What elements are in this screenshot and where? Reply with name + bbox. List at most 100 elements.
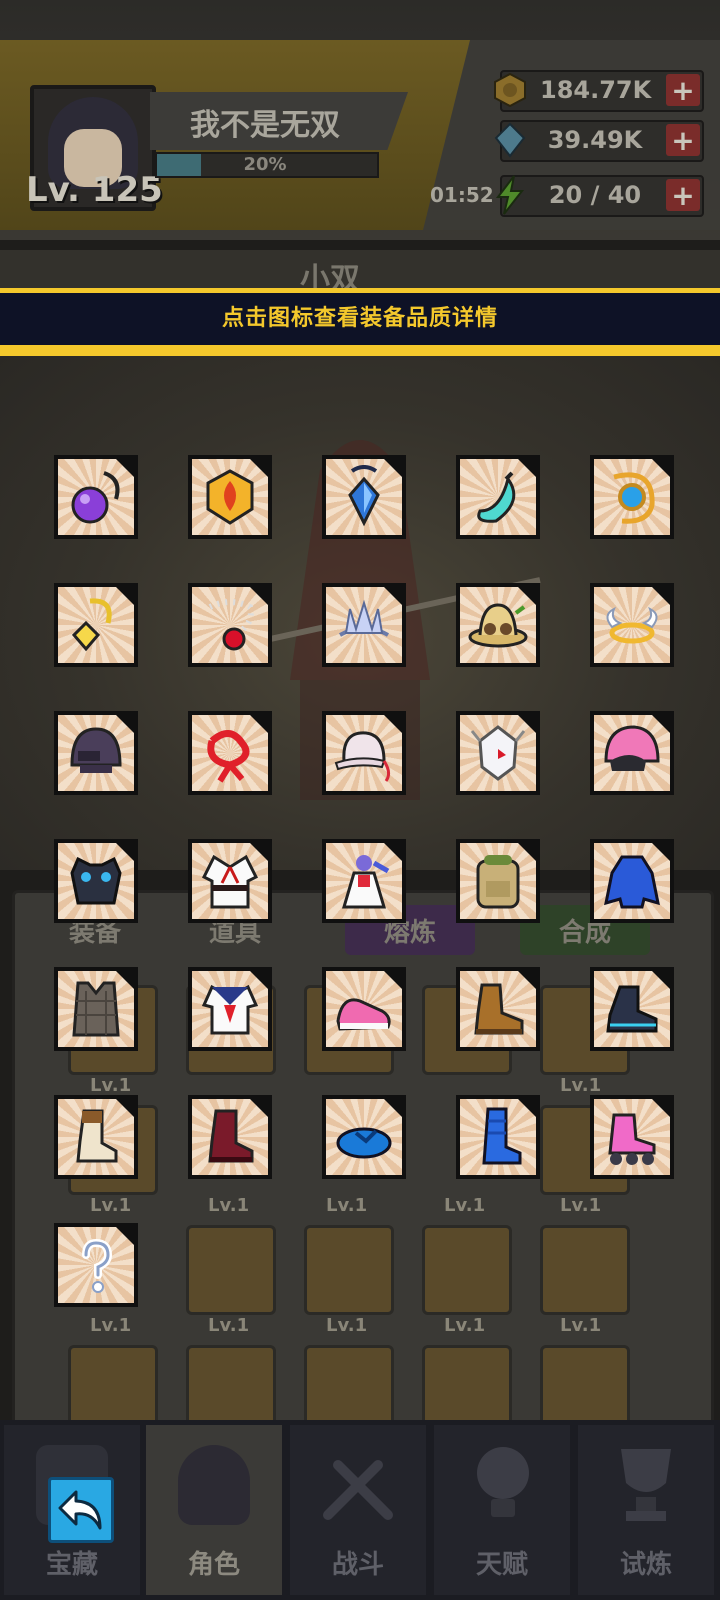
purple-orb-necklace-icon	[71, 471, 120, 524]
equipment-tile[interactable]	[322, 583, 406, 667]
equipment-tile[interactable]	[54, 583, 138, 667]
background-game-screen: 小双 装备 道具 熔炼 合成 Lv.1 Lv.1 Lv.1 Lv.1 Lv.1 …	[0, 0, 720, 1600]
red-ribbon-icon	[207, 730, 250, 783]
nav-label: 宝藏	[45, 1550, 98, 1580]
tactical-helmet-icon	[70, 727, 122, 773]
maroon-combat-boot-icon	[208, 1109, 254, 1163]
nav-character[interactable]: 角色	[146, 1425, 282, 1595]
equipment-tile[interactable]	[322, 967, 406, 1051]
tile-level-label: Lv.1	[326, 1315, 368, 1336]
player-level: Lv. 125	[26, 170, 163, 210]
equipment-tile[interactable]	[188, 967, 272, 1051]
energy-timer: 01:52	[430, 183, 494, 207]
equipment-tile[interactable]	[188, 455, 272, 539]
nav-battle[interactable]: 战斗	[290, 1425, 426, 1595]
equipment-tile[interactable]	[590, 455, 674, 539]
dark-tech-shoe-icon	[606, 985, 658, 1033]
tile-level-label: Lv.1	[326, 1195, 368, 1216]
gem-counter: 39.49K +	[494, 120, 704, 162]
equipment-tile[interactable]	[54, 1223, 138, 1307]
equipment-tile[interactable]	[322, 455, 406, 539]
tile-level-label: Lv.1	[90, 1195, 132, 1216]
xp-percent: 20%	[243, 154, 287, 175]
equipment-tile[interactable]	[456, 583, 540, 667]
equipment-tile[interactable]	[188, 583, 272, 667]
inventory-tile	[186, 1225, 276, 1315]
inventory-tile	[304, 1225, 394, 1315]
ice-crown-tiara-icon	[338, 599, 390, 637]
tile-level-label: Lv.1	[560, 1315, 602, 1336]
nav-label: 天赋	[475, 1550, 528, 1580]
equipment-tile[interactable]	[590, 583, 674, 667]
trophy-icon	[621, 1449, 671, 1521]
gold-blue-gem-necklace-icon	[613, 472, 655, 524]
equipment-tile[interactable]	[456, 839, 540, 923]
equipment-tile[interactable]	[54, 1095, 138, 1179]
pink-roller-skate-icon	[608, 1113, 656, 1165]
gem-value: 39.49K	[547, 126, 643, 154]
lightbulb-icon	[477, 1447, 529, 1517]
karate-gi-icon	[201, 854, 259, 909]
equipment-tile[interactable]	[322, 1095, 406, 1179]
tile-level-label: Lv.1	[208, 1315, 250, 1336]
equipment-tile[interactable]	[188, 839, 272, 923]
equipment-tile[interactable]	[590, 839, 674, 923]
gold-coin-icon	[490, 68, 530, 112]
equipment-tile[interactable]	[456, 711, 540, 795]
tile-level-label: Lv.1	[560, 1075, 602, 1096]
equipment-tile[interactable]	[188, 711, 272, 795]
crossed-swords-icon	[323, 1460, 393, 1520]
back-arrow-icon	[58, 1490, 102, 1530]
brown-hiking-boot-icon	[474, 983, 524, 1035]
plaid-tactical-vest-icon	[72, 981, 120, 1037]
sailor-uniform-icon	[201, 984, 259, 1035]
tile-level-label: Lv.1	[90, 1075, 132, 1096]
equipment-tile[interactable]	[54, 455, 138, 539]
diamond-gem-icon	[490, 118, 530, 162]
equipment-tile[interactable]	[456, 455, 540, 539]
equipment-tile[interactable]	[590, 967, 674, 1051]
tile-level-label: Lv.1	[560, 1195, 602, 1216]
energy-counter: 20 / 40 +	[495, 175, 704, 217]
nav-trial[interactable]: 试炼	[578, 1425, 714, 1595]
equipment-tile[interactable]	[456, 967, 540, 1051]
white-beast-mask-icon	[470, 725, 526, 781]
energy-value: 20 / 40	[548, 181, 642, 209]
gold-diamond-pendant-icon	[71, 598, 112, 652]
blue-hoodie-icon	[604, 855, 660, 909]
angel-halo-icon	[606, 606, 658, 644]
equipment-tile[interactable]	[54, 839, 138, 923]
add-gold-button[interactable]: +	[666, 74, 700, 107]
equipment-tile[interactable]	[590, 711, 674, 795]
equipment-tile[interactable]	[590, 1095, 674, 1179]
inventory-tile	[540, 1225, 630, 1315]
lace-up-cream-boot-icon	[76, 1109, 118, 1163]
banner-divider	[0, 348, 720, 356]
player-name: 我不是无双	[190, 108, 340, 143]
character-portrait-icon	[178, 1445, 250, 1525]
tile-level-label: Lv.1	[90, 1315, 132, 1336]
equipment-tile[interactable]	[188, 1095, 272, 1179]
question-mark-icon	[82, 1238, 113, 1293]
tech-armor-vest-icon	[70, 856, 122, 905]
baseball-cap-icon	[334, 731, 391, 782]
equipment-tile[interactable]	[54, 711, 138, 795]
gold-value: 184.77K	[540, 76, 652, 104]
equipment-tile[interactable]	[322, 711, 406, 795]
safari-goggle-hat-icon	[468, 603, 528, 648]
nav-talent[interactable]: 天赋	[434, 1425, 570, 1595]
back-button[interactable]	[48, 1477, 114, 1543]
nav-label: 角色	[187, 1550, 240, 1580]
blue-flip-flop-icon	[336, 1127, 392, 1159]
gold-counter: 184.77K +	[494, 70, 704, 112]
fire-gem-amulet-icon	[206, 469, 254, 525]
tile-level-label: Lv.1	[444, 1195, 486, 1216]
nav-label: 试炼	[619, 1550, 672, 1580]
equipment-tile[interactable]	[54, 967, 138, 1051]
equipment-tile[interactable]	[456, 1095, 540, 1179]
hint-text: 点击图标查看装备品质详情	[221, 306, 498, 331]
blue-crystal-pendant-icon	[348, 465, 380, 527]
equipment-tile[interactable]	[322, 839, 406, 923]
add-energy-button[interactable]: +	[666, 179, 700, 212]
add-gems-button[interactable]: +	[666, 124, 700, 157]
